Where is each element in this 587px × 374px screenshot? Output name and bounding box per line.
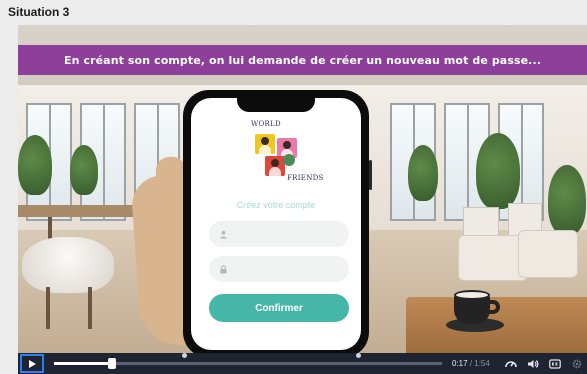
plant bbox=[408, 145, 438, 201]
progress-bar[interactable] bbox=[54, 353, 442, 369]
plant bbox=[18, 135, 52, 195]
current-time: 0:17 bbox=[452, 359, 468, 368]
password-field[interactable] bbox=[209, 256, 349, 282]
settings-button[interactable] bbox=[570, 357, 584, 371]
logo-text-friends: FRIENDS bbox=[287, 174, 324, 182]
play-icon bbox=[29, 359, 36, 368]
video-stage[interactable]: En créant son compte, on lui demande de … bbox=[18, 25, 587, 353]
captions-icon bbox=[549, 358, 561, 369]
logo-text-world: WORLD bbox=[251, 120, 281, 128]
stool-leg bbox=[46, 287, 50, 329]
volume-icon bbox=[527, 359, 539, 368]
speed-icon bbox=[505, 360, 517, 367]
video-player-bar: 0:17 / 1:54 bbox=[18, 353, 587, 374]
phone-notch bbox=[237, 98, 315, 112]
smartphone: WORLD FRIENDS Créez votre compte Confirm… bbox=[183, 90, 372, 353]
chapter-marker[interactable] bbox=[182, 353, 187, 358]
plant bbox=[476, 133, 520, 209]
password-input[interactable] bbox=[234, 264, 344, 274]
progress-fill bbox=[54, 362, 112, 365]
instruction-banner: En créant son compte, on lui demande de … bbox=[18, 45, 587, 75]
lounge-seat bbox=[518, 230, 578, 278]
fluffy-stool bbox=[22, 237, 114, 293]
duration: 1:54 bbox=[474, 359, 490, 368]
lock-icon bbox=[220, 264, 227, 274]
play-button[interactable] bbox=[20, 354, 44, 373]
time-display: 0:17 / 1:54 bbox=[452, 359, 490, 368]
chapter-marker[interactable] bbox=[356, 353, 361, 358]
phone-side-button bbox=[369, 160, 372, 190]
banner-text: En créant son compte, on lui demande de … bbox=[63, 53, 542, 67]
page-title: Situation 3 bbox=[8, 5, 70, 19]
logo-photo-tile bbox=[265, 156, 285, 176]
stool-leg bbox=[88, 287, 92, 329]
create-account-title: Créez votre compte bbox=[236, 200, 316, 210]
phone-screen: WORLD FRIENDS Créez votre compte Confirm… bbox=[191, 98, 361, 350]
progress-handle[interactable] bbox=[107, 358, 116, 369]
logo-photo-tile bbox=[255, 134, 275, 154]
confirm-button[interactable]: Confirmer bbox=[209, 294, 349, 322]
captions-button[interactable] bbox=[548, 357, 562, 371]
user-icon bbox=[220, 230, 227, 239]
world-friends-logo: WORLD FRIENDS bbox=[243, 120, 323, 190]
settings-icon bbox=[572, 359, 582, 368]
plant bbox=[548, 165, 586, 235]
logo-globe-icon bbox=[283, 154, 295, 166]
volume-button[interactable] bbox=[526, 357, 540, 371]
plant bbox=[70, 145, 98, 195]
playback-speed-button[interactable] bbox=[504, 357, 518, 371]
username-input[interactable] bbox=[234, 229, 344, 239]
username-field[interactable] bbox=[209, 221, 349, 247]
